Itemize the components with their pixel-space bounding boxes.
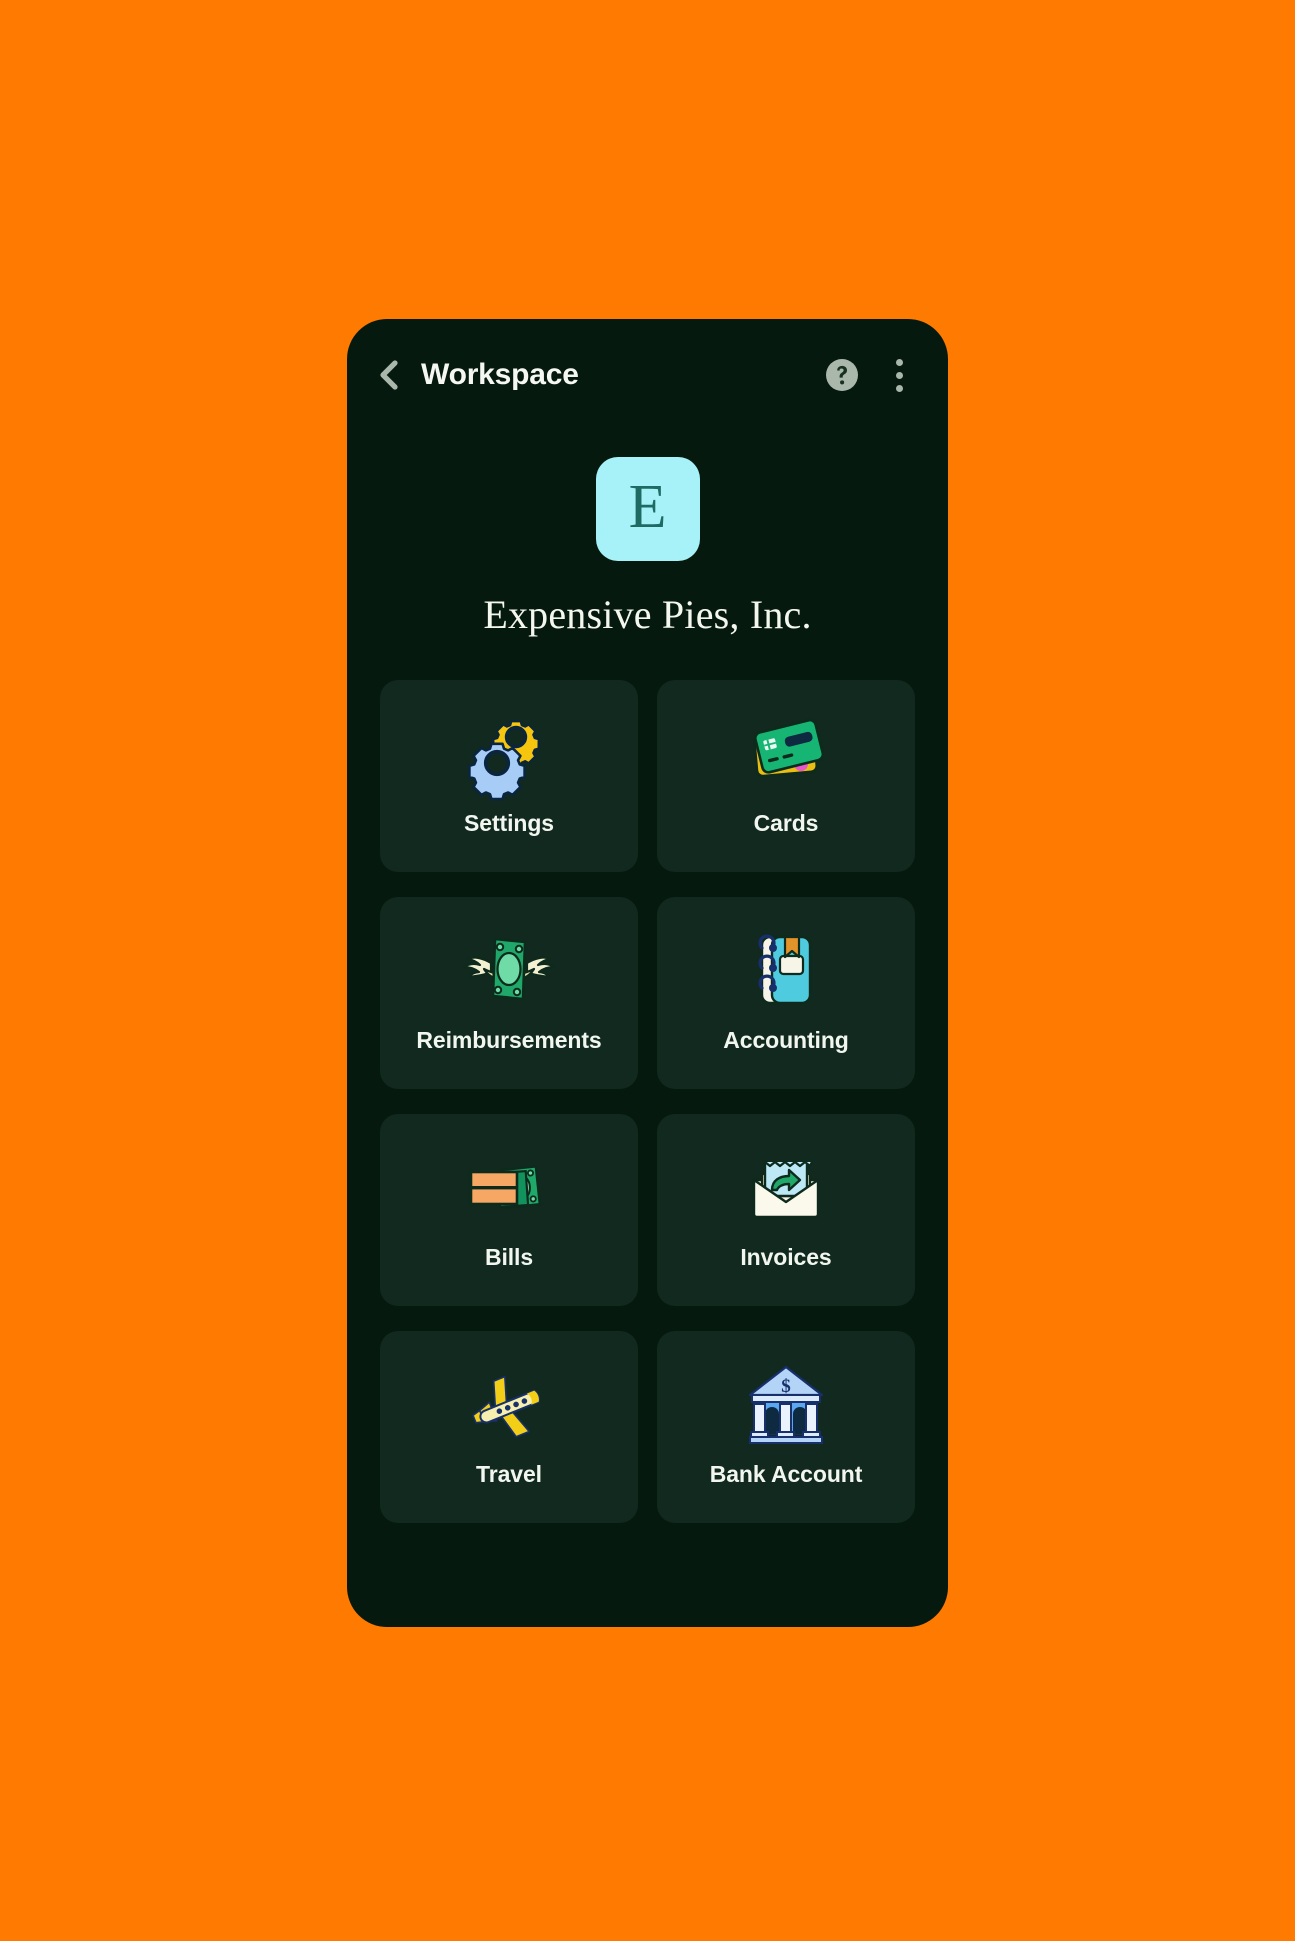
tile-label: Bank Account xyxy=(709,1461,863,1487)
notebook-icon xyxy=(734,921,838,1017)
tile-accounting[interactable]: Accounting xyxy=(657,897,915,1089)
more-vertical-icon-dot xyxy=(895,384,903,392)
back-button[interactable] xyxy=(373,358,407,392)
workspace-identity: E Expensive Pies, Inc. xyxy=(347,431,948,638)
tile-label: Reimbursements xyxy=(416,1027,602,1053)
tile-label: Accounting xyxy=(723,1027,849,1053)
tile-settings[interactable]: Settings xyxy=(380,680,638,872)
more-vertical-icon-dot xyxy=(895,371,903,379)
phone-frame: Workspace E Expensive Pies, Inc. Setting… xyxy=(347,319,948,1627)
envelope-receipt-icon xyxy=(734,1138,838,1234)
flying-money-icon xyxy=(457,921,561,1017)
gears-icon xyxy=(457,704,561,801)
page-title: Workspace xyxy=(421,358,579,391)
tile-cards[interactable]: Cards xyxy=(657,680,915,872)
overflow-menu-button[interactable] xyxy=(884,355,914,395)
tile-label: Travel xyxy=(476,1461,542,1487)
tile-label: Bills xyxy=(484,1244,534,1270)
tile-reimbursements[interactable]: Reimbursements xyxy=(380,897,638,1089)
svg-text:$: $ xyxy=(781,1376,791,1397)
tile-label: Cards xyxy=(753,810,819,836)
app-bar: Workspace xyxy=(347,319,948,431)
tile-invoices[interactable]: Invoices xyxy=(657,1114,915,1306)
credit-cards-icon xyxy=(734,704,838,800)
chevron-left-icon xyxy=(380,360,398,390)
bank-building-icon: $ xyxy=(734,1355,838,1451)
help-button[interactable] xyxy=(824,357,860,393)
tile-bills[interactable]: Bills xyxy=(380,1114,638,1306)
tile-label: Settings xyxy=(464,810,554,836)
tile-label: Invoices xyxy=(740,1244,832,1270)
workspace-menu-grid: Settings Cards Reimbursements Accounting… xyxy=(380,680,915,1523)
workspace-name: Expensive Pies, Inc. xyxy=(483,592,812,637)
more-vertical-icon-dot xyxy=(895,358,903,366)
tile-travel[interactable]: Travel xyxy=(380,1331,638,1523)
tile-bank-account[interactable]: $ Bank Account xyxy=(657,1331,915,1523)
help-circle-icon xyxy=(826,359,858,391)
workspace-avatar: E xyxy=(595,457,700,561)
bills-cash-icon xyxy=(457,1138,561,1234)
airplane-icon xyxy=(457,1355,561,1451)
